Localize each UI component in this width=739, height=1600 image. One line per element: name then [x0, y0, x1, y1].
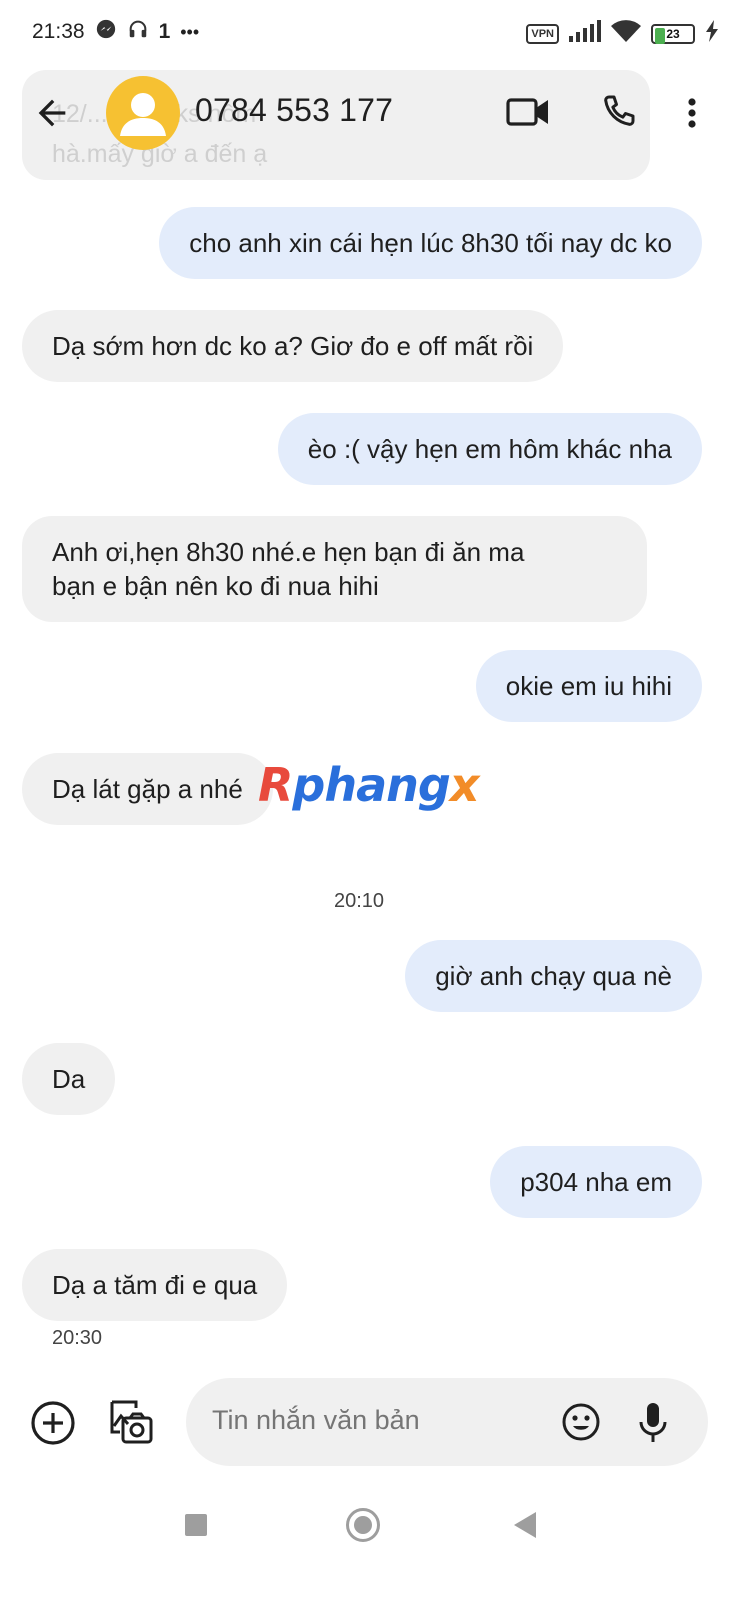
message-timestamp: 20:30	[52, 1327, 103, 1349]
system-nav-bar	[0, 1496, 739, 1600]
more-options-button[interactable]	[682, 92, 702, 132]
received-message[interactable]: Anh ơi,hẹn 8h30 nhé.e hẹn bạn đi ăn ma b…	[22, 516, 647, 622]
video-call-button[interactable]	[506, 92, 550, 132]
message-timestamp: 20:10	[334, 890, 385, 912]
phone-call-button[interactable]	[598, 92, 638, 132]
status-bar-left: 21:38 1 •••	[32, 18, 199, 46]
emoji-button[interactable]	[561, 1402, 601, 1442]
message-line: bạn e bận nên ko đi nua hihi	[52, 571, 379, 601]
status-time: 21:38	[32, 20, 85, 43]
wifi-icon	[611, 20, 641, 47]
emoji-icon	[562, 1403, 600, 1441]
battery-level: 23	[666, 26, 680, 41]
more-indicator: •••	[180, 21, 200, 42]
avatar[interactable]	[106, 76, 180, 150]
sent-message[interactable]: cho anh xin cái hẹn lúc 8h30 tối nay dc …	[159, 207, 702, 279]
signal-icon	[569, 20, 601, 47]
received-message[interactable]: Dạ lát gặp a nhé	[22, 753, 273, 825]
received-message[interactable]: Dạ sớm hơn dc ko a? Giơ đo e off mất rồi	[22, 310, 564, 382]
add-circle-icon	[31, 1401, 75, 1445]
add-attachment-button[interactable]	[30, 1400, 76, 1446]
gallery-camera-icon	[110, 1400, 153, 1444]
message-composer	[186, 1378, 708, 1466]
received-message[interactable]: Da	[22, 1043, 116, 1115]
back-button[interactable]	[32, 93, 72, 133]
phone-icon	[604, 95, 635, 126]
person-avatar-icon	[120, 93, 166, 136]
mic-icon	[639, 1403, 667, 1442]
video-call-icon	[506, 98, 548, 126]
vpn-badge: VPN	[526, 23, 559, 44]
headset-icon	[127, 18, 149, 46]
recent-apps-icon[interactable]	[185, 1514, 207, 1536]
voice-input-button[interactable]	[638, 1400, 668, 1444]
message-input[interactable]	[212, 1405, 542, 1436]
sent-message[interactable]: okie em iu hihi	[475, 650, 702, 722]
received-message[interactable]: Dạ a tăm đi e qua	[22, 1249, 288, 1321]
sent-message[interactable]: giờ anh chạy qua nè	[405, 940, 702, 1012]
watermark-logo: Rphangx	[258, 758, 479, 812]
sent-message[interactable]: p304 nha em	[490, 1146, 702, 1218]
sim-indicator: 1	[158, 20, 171, 43]
sent-message[interactable]: èo :( vậy hẹn em hôm khác nha	[277, 413, 702, 485]
status-bar: 21:38 1 ••• VPN 23	[0, 0, 739, 66]
status-bar-right: VPN 23	[526, 20, 719, 47]
home-icon[interactable]	[346, 1508, 380, 1542]
message-line: Anh ơi,hẹn 8h30 nhé.e hẹn bạn đi ăn ma	[52, 537, 525, 567]
nav-back-icon[interactable]	[514, 1512, 536, 1538]
messenger-icon	[95, 18, 117, 46]
back-arrow-icon	[38, 99, 66, 127]
charging-icon	[705, 20, 719, 47]
gallery-button[interactable]	[106, 1398, 154, 1446]
contact-name[interactable]: 0784 553 177	[195, 92, 393, 129]
more-vert-icon	[688, 98, 696, 128]
battery-icon: 23	[651, 23, 695, 44]
